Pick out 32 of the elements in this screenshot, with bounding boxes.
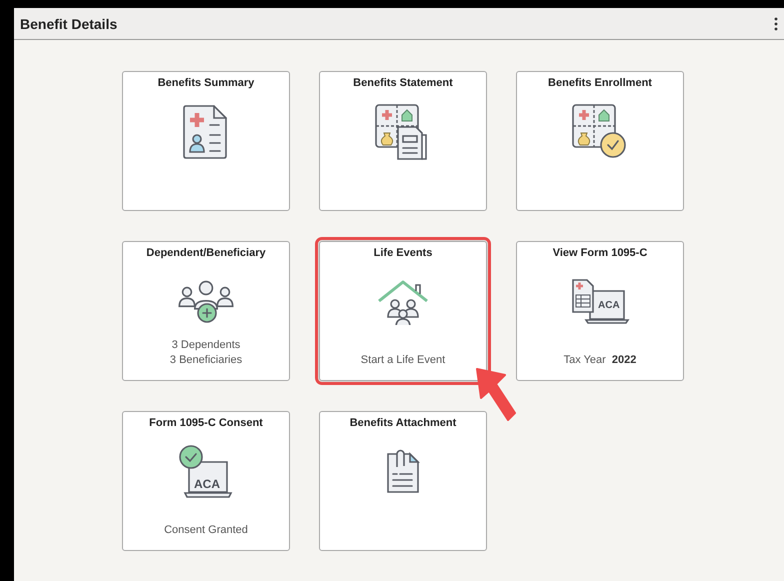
tile[interactable]: Dependent/Beneficiary 3 Dependents 3 Beneficiaries	[122, 241, 290, 381]
tile-title: Benefits Statement	[353, 77, 453, 89]
tile-title: Form 1095-C Consent	[149, 417, 263, 429]
pointer-arrow	[475, 367, 519, 423]
medical-document-icon	[183, 103, 229, 161]
tile-title: Benefits Summary	[158, 77, 254, 89]
consent-laptop-icon	[177, 444, 235, 500]
attached-document-icon	[385, 449, 421, 495]
tile-detail: Consent Granted	[164, 523, 248, 538]
tile-detail: Tax Year 2022	[564, 353, 636, 368]
tile-detail: 3 Beneficiaries	[170, 353, 242, 368]
tile-detail: Start a Life Event	[360, 353, 446, 368]
tile-title: Benefits Enrollment	[548, 77, 652, 89]
tile[interactable]: View Form 1095-C ACA Tax Year 2022	[516, 241, 684, 381]
family-house-icon	[376, 279, 430, 325]
tile[interactable]: Benefits Enrollment	[516, 71, 684, 211]
tile[interactable]: Benefits Summary	[122, 71, 290, 211]
tile[interactable]: Benefits Attachment	[319, 411, 487, 551]
tax-form-laptop-icon	[570, 277, 630, 327]
tile-title: Life Events	[374, 247, 432, 259]
tile-title: Dependent/Beneficiary	[146, 247, 266, 259]
tile[interactable]: Form 1095-C Consent ACA Consent Granted	[122, 411, 290, 551]
enrollment-clock-icon	[571, 103, 629, 161]
tile-title: View Form 1095-C	[552, 247, 648, 259]
icon-label: ACA	[194, 478, 220, 490]
people-add-icon	[178, 278, 234, 326]
icon-label: ACA	[598, 301, 620, 311]
tile[interactable]: Benefits Statement	[319, 71, 487, 211]
more-options-icon[interactable]	[774, 16, 778, 30]
tile-detail: 3 Dependents	[172, 338, 240, 353]
tile-title: Benefits Attachment	[350, 417, 456, 429]
panel-title: Benefit Details	[20, 16, 118, 32]
